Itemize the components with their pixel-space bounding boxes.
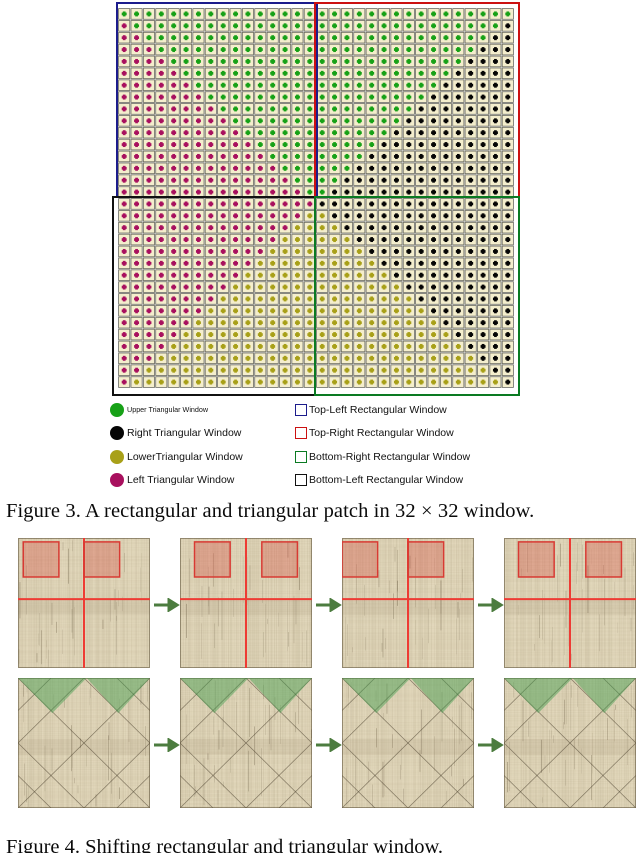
fig4-rect-arrow-3 — [478, 598, 504, 612]
fig4-tri-arrow-2 — [316, 738, 342, 752]
legend-item-bottom-left-rect: Bottom-Left Rectangular Window — [295, 469, 530, 493]
figure3-caption: Figure 3. A rectangular and triangular p… — [6, 500, 535, 522]
figure3-legend: Upper Triangular Window Right Triangular… — [110, 398, 530, 492]
legend-item-upper-triangular: Upper Triangular Window — [110, 398, 290, 422]
figure4-triangular-row — [0, 676, 640, 811]
legend-label-lower-triangular: LowerTriangular Window — [127, 450, 243, 463]
bottom-right-rectangle-swatch-icon — [295, 450, 307, 463]
legend-rectangular-column: Top-Left Rectangular Window Top-Right Re… — [295, 398, 530, 492]
fig4-tri-arrow-3 — [478, 738, 504, 752]
fig4-tri-panel-3 — [342, 678, 474, 808]
legend-item-lower-triangular: LowerTriangular Window — [110, 445, 290, 469]
figure4 — [0, 536, 640, 811]
fig4-rect-panel-1 — [18, 538, 150, 668]
lower-triangular-swatch-icon — [110, 449, 124, 464]
legend-label-top-right-rect: Top-Right Rectangular Window — [309, 427, 454, 439]
legend-label-left-triangular: Left Triangular Window — [127, 474, 235, 486]
fig4-tri-panel-2 — [180, 678, 312, 808]
fig4-rect-arrow-2 — [316, 598, 342, 612]
legend-label-bottom-right-rect: Bottom-Right Rectangular Window — [309, 450, 471, 463]
fig4-rect-panel-2 — [180, 538, 312, 668]
fig4-rect-panel-4 — [504, 538, 636, 668]
legend-item-bottom-right-rect: Bottom-Right Rectangular Window — [295, 445, 530, 469]
figure4-caption: Figure 4. Shifting rectangular and trian… — [6, 836, 444, 853]
figure3-grid — [112, 2, 520, 396]
figure4-rectangular-row — [0, 536, 640, 671]
legend-label-bottom-left-rect: Bottom-Left Rectangular Window — [309, 474, 464, 486]
fig4-tri-panel-4 — [504, 678, 636, 808]
legend-item-top-left-rect: Top-Left Rectangular Window — [295, 398, 530, 422]
legend-item-left-triangular: Left Triangular Window — [110, 469, 290, 493]
fig4-rect-panel-3 — [342, 538, 474, 668]
right-triangular-swatch-icon — [110, 426, 124, 441]
legend-label-top-left-rect: Top-Left Rectangular Window — [309, 403, 447, 416]
legend-item-top-right-rect: Top-Right Rectangular Window — [295, 422, 530, 446]
legend-label-right-triangular: Right Triangular Window — [127, 427, 242, 439]
top-left-rectangle-swatch-icon — [295, 403, 307, 416]
upper-triangular-swatch-icon — [110, 402, 124, 417]
fig4-rect-arrow-1 — [154, 598, 180, 612]
fig4-tri-arrow-1 — [154, 738, 180, 752]
legend-label-upper-triangular: Upper Triangular Window — [127, 405, 209, 415]
fig4-tri-panel-1 — [18, 678, 150, 808]
legend-item-right-triangular: Right Triangular Window — [110, 422, 290, 446]
left-triangular-swatch-icon — [110, 473, 124, 488]
triangular-patch-matrix — [118, 8, 514, 388]
top-right-rectangle-swatch-icon — [295, 427, 307, 440]
legend-triangular-column: Upper Triangular Window Right Triangular… — [110, 398, 290, 492]
bottom-left-rectangle-swatch-icon — [295, 474, 307, 487]
figure-page: Upper Triangular Window Right Triangular… — [0, 0, 640, 853]
